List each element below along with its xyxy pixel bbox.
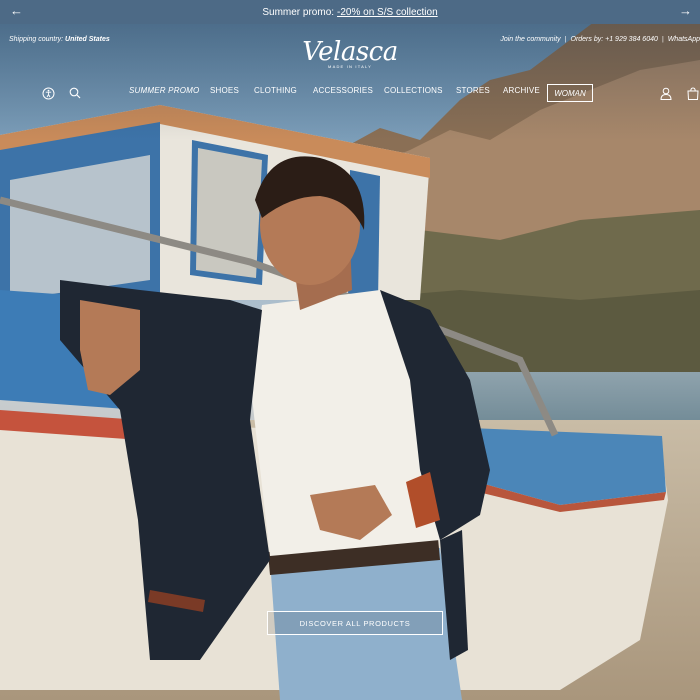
- promo-link[interactable]: -20% on S/S collection: [337, 7, 438, 18]
- nav-item-clothing[interactable]: CLOTHING: [254, 86, 313, 95]
- divider: |: [661, 36, 664, 43]
- arrow-right-icon[interactable]: →: [679, 3, 692, 18]
- shipping-country-value: United States: [65, 36, 110, 43]
- nav-item-accessories[interactable]: ACCESSORIES: [313, 86, 384, 95]
- nav-item-archive[interactable]: ARCHIVE: [503, 86, 543, 95]
- account-icon[interactable]: [657, 84, 675, 102]
- woman-button[interactable]: WOMAN: [547, 84, 593, 102]
- main-nav: SUMMER PROMO SHOES CLOTHING ACCESSORIES …: [0, 84, 700, 102]
- nav-item-summer-promo[interactable]: SUMMER PROMO: [129, 86, 210, 95]
- arrow-left-icon[interactable]: ←: [10, 3, 23, 18]
- join-community-link[interactable]: Join the community: [500, 36, 560, 43]
- whatsapp-link[interactable]: WhatsApp: [668, 36, 700, 43]
- shipping-country[interactable]: Shipping country: United States: [9, 36, 110, 43]
- search-icon[interactable]: [66, 84, 84, 102]
- accessibility-icon[interactable]: [39, 84, 57, 102]
- logo-wordmark: Velasca: [302, 37, 398, 67]
- orders-phone-link[interactable]: Orders by: +1 929 384 6040: [571, 36, 658, 43]
- promo-text: Summer promo:: [262, 6, 335, 18]
- divider: |: [564, 36, 567, 43]
- cart-icon[interactable]: [684, 84, 700, 102]
- utility-links: Join the community | Orders by: +1 929 3…: [500, 36, 700, 43]
- shipping-label: Shipping country:: [9, 36, 64, 43]
- nav-item-shoes[interactable]: SHOES: [210, 86, 254, 95]
- logo[interactable]: Velasca MADE IN ITALY: [300, 38, 400, 69]
- nav-item-stores[interactable]: STORES: [456, 86, 503, 95]
- nav-menu: SUMMER PROMO SHOES CLOTHING ACCESSORIES …: [129, 86, 543, 95]
- promo-bar: ← Summer promo: -20% on S/S collection →: [0, 0, 700, 24]
- discover-products-button[interactable]: DISCOVER ALL PRODUCTS: [267, 611, 443, 635]
- nav-item-collections[interactable]: COLLECTIONS: [384, 86, 456, 95]
- hero-image: [0, 0, 700, 700]
